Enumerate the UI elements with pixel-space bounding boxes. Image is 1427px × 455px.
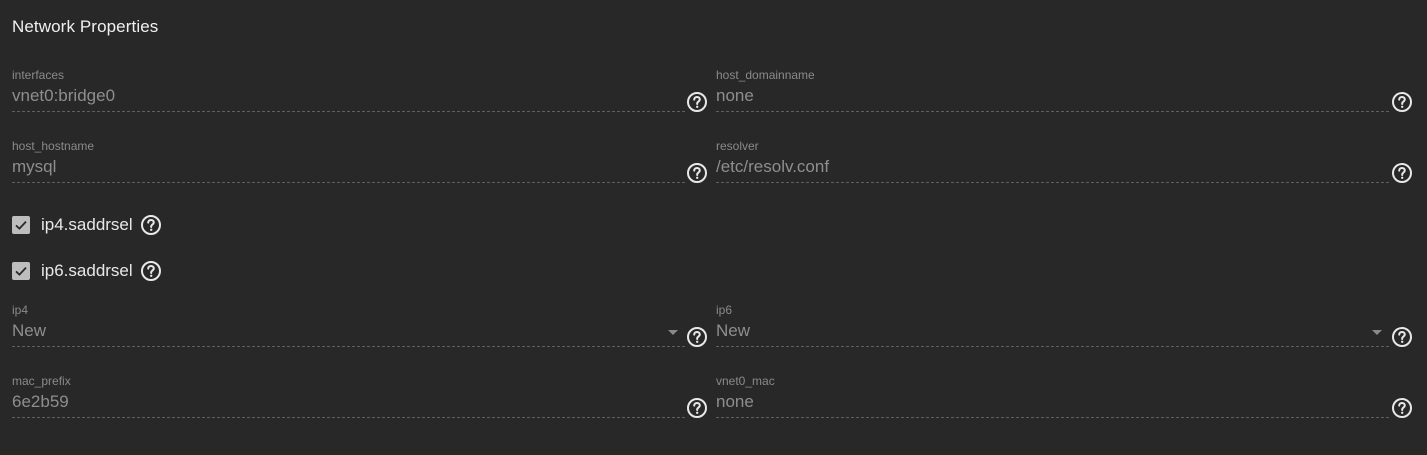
checkmark-icon xyxy=(15,220,27,230)
host-domainname-underline xyxy=(716,111,1389,112)
host-domainname-input[interactable]: none xyxy=(716,86,754,106)
ip6-saddrsel-checkbox-row[interactable]: ip6.saddrsel xyxy=(12,260,162,282)
interfaces-field[interactable]: interfaces vnet0:bridge0 xyxy=(12,68,685,120)
vnet0-mac-input[interactable]: none xyxy=(716,392,754,412)
interfaces-input[interactable]: vnet0:bridge0 xyxy=(12,86,115,106)
chevron-down-icon[interactable] xyxy=(668,330,678,335)
help-icon[interactable] xyxy=(686,326,708,348)
host-hostname-field[interactable]: host_hostname mysql xyxy=(12,139,685,191)
vnet0-mac-field[interactable]: vnet0_mac none xyxy=(716,374,1389,426)
resolver-label: resolver xyxy=(716,139,759,153)
ip6-underline xyxy=(716,346,1389,347)
mac-prefix-field[interactable]: mac_prefix 6e2b59 xyxy=(12,374,685,426)
checkmark-icon xyxy=(15,266,27,276)
host-hostname-input[interactable]: mysql xyxy=(12,157,56,177)
resolver-input[interactable]: /etc/resolv.conf xyxy=(716,157,829,177)
help-icon[interactable] xyxy=(686,162,708,184)
vnet0-mac-label: vnet0_mac xyxy=(716,374,775,388)
help-icon[interactable] xyxy=(1391,91,1413,113)
mac-prefix-underline xyxy=(12,417,685,418)
resolver-underline xyxy=(716,182,1389,183)
ip6-label: ip6 xyxy=(716,303,733,317)
chevron-down-icon[interactable] xyxy=(1372,330,1382,335)
ip6-select[interactable]: ip6 New xyxy=(716,303,1389,355)
interfaces-label: interfaces xyxy=(12,68,65,82)
ip6-selected-value[interactable]: New xyxy=(716,321,750,341)
ip4-label: ip4 xyxy=(12,303,29,317)
ip4-saddrsel-checkbox-row[interactable]: ip4.saddrsel xyxy=(12,214,162,236)
help-icon[interactable] xyxy=(1391,162,1413,184)
ip4-underline xyxy=(12,346,685,347)
vnet0-mac-underline xyxy=(716,417,1389,418)
section-title: Network Properties xyxy=(12,17,159,36)
host-domainname-label: host_domainname xyxy=(716,68,815,82)
help-icon[interactable] xyxy=(1391,397,1413,419)
ip4-saddrsel-checkbox[interactable] xyxy=(12,216,30,234)
help-icon[interactable] xyxy=(140,214,162,236)
mac-prefix-label: mac_prefix xyxy=(12,374,71,388)
ip4-select[interactable]: ip4 New xyxy=(12,303,685,355)
ip4-saddrsel-label: ip4.saddrsel xyxy=(41,215,133,234)
help-icon[interactable] xyxy=(140,260,162,282)
interfaces-underline xyxy=(12,111,685,112)
help-icon[interactable] xyxy=(686,91,708,113)
ip6-saddrsel-label: ip6.saddrsel xyxy=(41,261,133,280)
ip6-saddrsel-checkbox[interactable] xyxy=(12,262,30,280)
network-properties-card: Network Properties interfaces vnet0:brid… xyxy=(0,0,1427,455)
host-hostname-underline xyxy=(12,182,685,183)
resolver-field[interactable]: resolver /etc/resolv.conf xyxy=(716,139,1389,191)
ip4-selected-value[interactable]: New xyxy=(12,321,46,341)
host-domainname-field[interactable]: host_domainname none xyxy=(716,68,1389,120)
help-icon[interactable] xyxy=(1391,326,1413,348)
mac-prefix-input[interactable]: 6e2b59 xyxy=(12,392,69,412)
help-icon[interactable] xyxy=(686,397,708,419)
host-hostname-label: host_hostname xyxy=(12,139,95,153)
